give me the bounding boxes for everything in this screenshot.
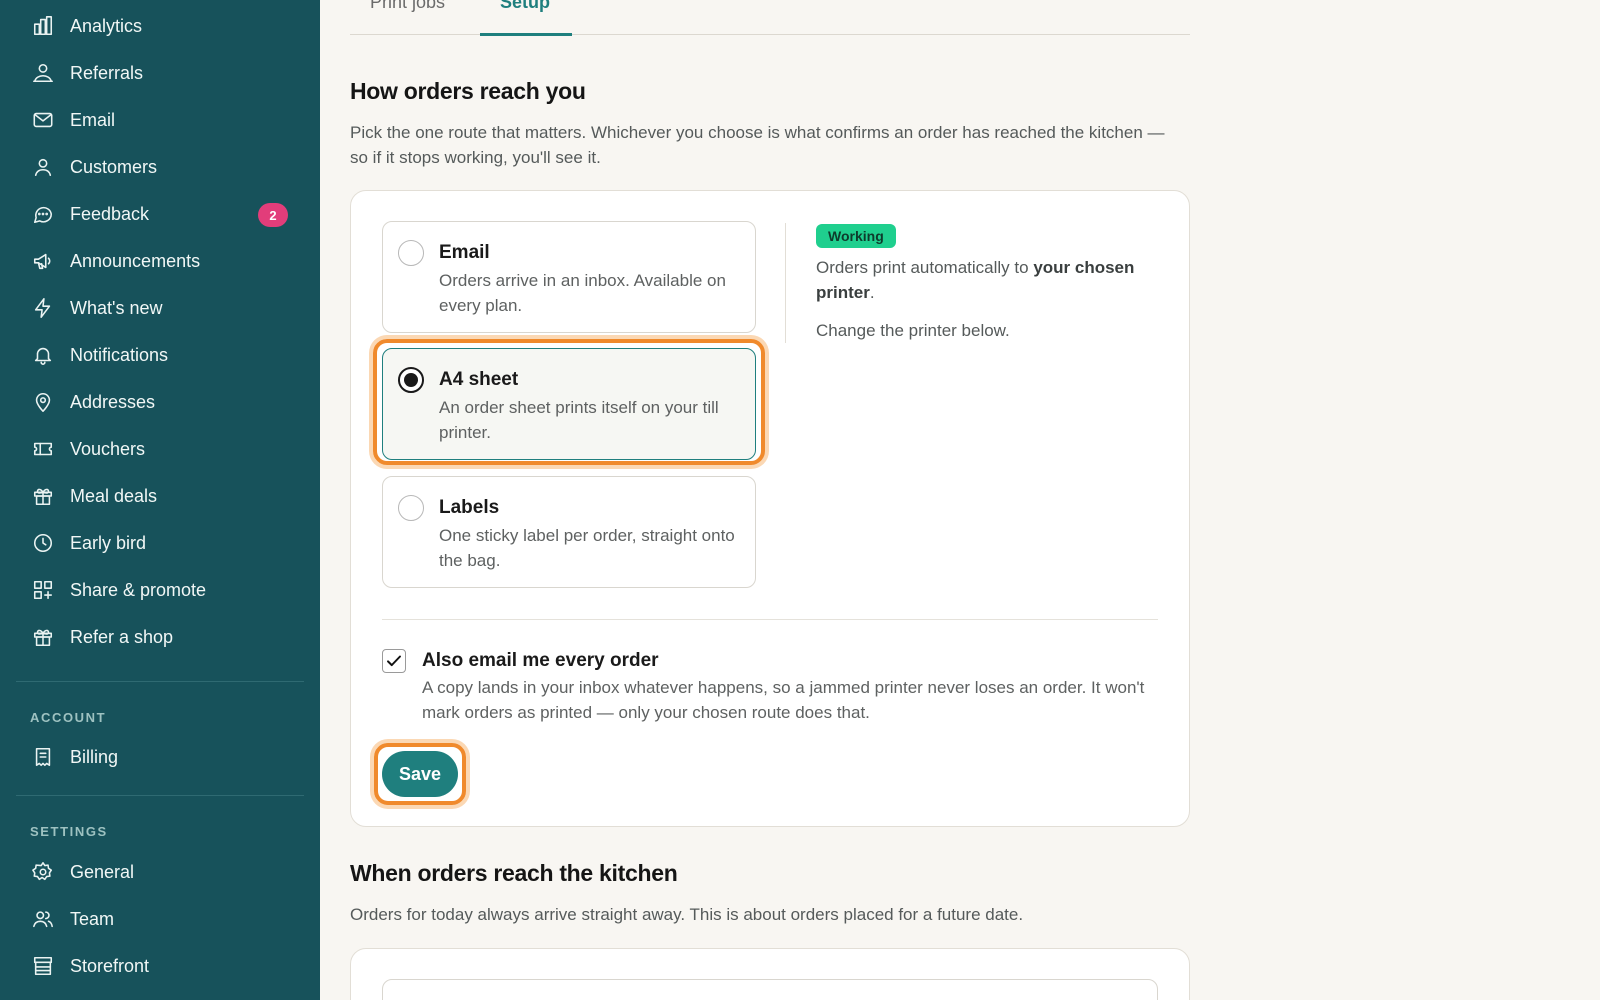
option-title: Email (439, 242, 490, 263)
active-tab-indicator (480, 33, 572, 36)
tab-print-jobs[interactable]: Print jobs (370, 0, 445, 13)
storefront-icon (30, 953, 56, 979)
sidebar-item-label: Billing (70, 746, 119, 767)
sidebar-item-label: Meal deals (70, 485, 158, 506)
tab-bar: Print jobs Setup (350, 0, 1190, 36)
status-hint: Change the printer below. (816, 321, 1010, 340)
sidebar-divider (16, 795, 304, 796)
section-title-when-orders-reach-kitchen: When orders reach the kitchen (350, 860, 678, 886)
option-description: An order sheet prints itself on your til… (439, 398, 719, 442)
sidebar-item-label: Refer a shop (70, 626, 174, 647)
sidebar-item-label: Early bird (70, 532, 147, 553)
schedule-option[interactable] (382, 979, 1158, 1000)
route-option-email[interactable]: Email Orders arrive in an inbox. Availab… (382, 221, 756, 333)
radio-button[interactable] (398, 240, 424, 266)
sidebar-item-billing[interactable]: Billing (16, 735, 304, 779)
sidebar-item-label: Team (70, 908, 115, 929)
sidebar-item-feedback[interactable]: Feedback 2 (16, 192, 304, 236)
route-option-a4-sheet[interactable]: A4 sheet An order sheet prints itself on… (382, 348, 756, 460)
sidebar-item-label: Email (70, 109, 116, 130)
section-label-settings: SETTINGS (30, 824, 108, 839)
sidebar-item-refer-a-shop[interactable]: Refer a shop (16, 615, 304, 659)
sidebar-item-customers[interactable]: Customers (16, 145, 304, 189)
clock-icon (30, 530, 56, 556)
sidebar-item-meal-deals[interactable]: Meal deals (16, 474, 304, 518)
section-title-how-orders-reach-you: How orders reach you (350, 78, 586, 104)
gift-icon (30, 483, 56, 509)
sidebar-item-referrals[interactable]: Referrals (16, 51, 304, 95)
gear-icon (30, 859, 56, 885)
also-email-checkbox[interactable] (382, 649, 406, 673)
megaphone-icon (30, 248, 56, 274)
sidebar-item-general[interactable]: General (16, 850, 304, 894)
delivery-route-card: Email Orders arrive in an inbox. Availab… (350, 190, 1190, 827)
tab-setup[interactable]: Setup (500, 0, 550, 13)
ticket-icon (30, 436, 56, 462)
notification-badge: 2 (258, 203, 288, 227)
sidebar-item-announcements[interactable]: Announcements (16, 239, 304, 283)
option-title: A4 sheet (439, 369, 519, 390)
map-pin-icon (30, 389, 56, 415)
sidebar: Analytics Referrals Email Customers Feed… (0, 0, 320, 1000)
team-icon (30, 906, 56, 932)
sidebar-item-analytics[interactable]: Analytics (16, 4, 304, 48)
option-title: Labels (439, 497, 500, 518)
sidebar-item-label: Customers (70, 156, 158, 177)
gift-icon (30, 624, 56, 650)
sidebar-item-label: Referrals (70, 62, 144, 83)
bell-icon (30, 342, 56, 368)
sidebar-item-label: Notifications (70, 344, 169, 365)
sidebar-item-whats-new[interactable]: What's new (16, 286, 304, 330)
sidebar-item-label: Vouchers (70, 438, 146, 459)
status-badge: Working (816, 224, 896, 248)
radio-button-selected[interactable] (398, 367, 424, 393)
sidebar-item-addresses[interactable]: Addresses (16, 380, 304, 424)
option-description: Orders arrive in an inbox. Available on … (439, 271, 726, 315)
sidebar-item-label: Share & promote (70, 579, 207, 600)
section-description: Orders for today always arrive straight … (350, 905, 1024, 924)
chat-bubble-icon (30, 201, 56, 227)
user-icon (30, 154, 56, 180)
sidebar-item-label: Analytics (70, 15, 143, 36)
status-text: Orders print automatically to your chose… (816, 258, 1135, 302)
sidebar-item-notifications[interactable]: Notifications (16, 333, 304, 377)
sidebar-item-label: General (70, 861, 135, 882)
sidebar-item-label: Addresses (70, 391, 156, 412)
vertical-divider (785, 223, 786, 343)
option-description: One sticky label per order, straight ont… (439, 526, 735, 570)
schedule-card (350, 948, 1190, 1000)
checkmark-icon (387, 655, 401, 667)
checkbox-description: A copy lands in your inbox whatever happ… (422, 678, 1145, 722)
sidebar-item-team[interactable]: Team (16, 897, 304, 941)
sidebar-item-label: Storefront (70, 955, 150, 976)
sidebar-item-vouchers[interactable]: Vouchers (16, 427, 304, 471)
mail-icon (30, 107, 56, 133)
card-divider (382, 619, 1158, 620)
referrals-icon (30, 60, 56, 86)
sidebar-item-early-bird[interactable]: Early bird (16, 521, 304, 565)
lightning-icon (30, 295, 56, 321)
section-description: Pick the one route that matters. Whichev… (350, 123, 1165, 167)
sidebar-item-label: Announcements (70, 250, 201, 271)
receipt-icon (30, 744, 56, 770)
checkbox-label: Also email me every order (422, 650, 659, 671)
sidebar-item-label: What's new (70, 297, 163, 318)
sidebar-item-email[interactable]: Email (16, 98, 304, 142)
route-option-labels[interactable]: Labels One sticky label per order, strai… (382, 476, 756, 588)
sidebar-item-storefront[interactable]: Storefront (16, 944, 304, 988)
qr-grid-icon (30, 577, 56, 603)
save-button[interactable]: Save (382, 751, 458, 797)
section-label-account: ACCOUNT (30, 710, 107, 725)
bar-chart-icon (30, 13, 56, 39)
radio-button[interactable] (398, 495, 424, 521)
sidebar-divider (16, 681, 304, 682)
sidebar-item-share-promote[interactable]: Share & promote (16, 568, 304, 612)
sidebar-item-label: Feedback (70, 203, 150, 224)
